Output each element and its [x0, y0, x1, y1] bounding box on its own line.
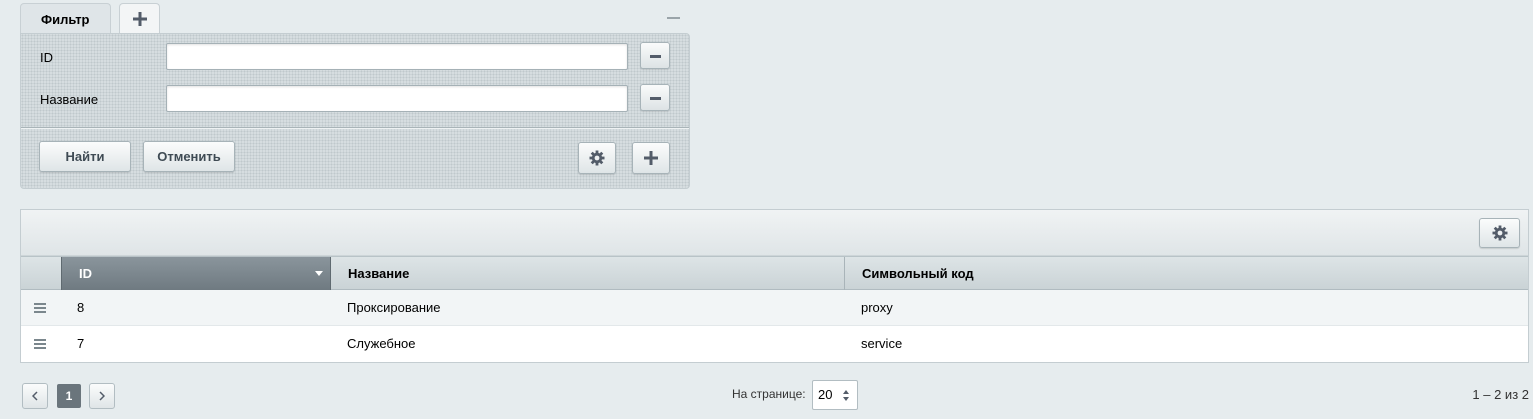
per-page-value: 20	[818, 387, 833, 402]
select-arrows-icon	[843, 390, 849, 401]
filter-field-label-id: ID	[40, 50, 53, 65]
filter-field-label-name: Название	[40, 92, 99, 107]
per-page-select[interactable]: 20	[812, 380, 858, 410]
tab-filter[interactable]: Фильтр	[20, 3, 111, 34]
gear-icon	[1492, 225, 1507, 241]
filter-divider	[21, 127, 689, 128]
next-page-button[interactable]	[89, 383, 115, 409]
column-header-name[interactable]: Название	[331, 257, 845, 290]
filter-settings-button[interactable]	[578, 142, 616, 174]
table-row[interactable]: 8 Проксирование proxy	[21, 290, 1528, 326]
list-settings-button[interactable]	[1479, 218, 1520, 248]
cell-name: Служебное	[347, 336, 416, 351]
column-header-code[interactable]: Символьный код	[845, 257, 1528, 290]
find-button[interactable]: Найти	[39, 141, 131, 172]
cell-code: proxy	[861, 300, 893, 315]
table-row[interactable]: 7 Служебное service	[21, 325, 1528, 361]
plus-icon	[133, 12, 147, 26]
sort-desc-icon	[315, 271, 323, 276]
prev-page-button[interactable]	[22, 383, 48, 409]
tab-filter-label: Фильтр	[41, 12, 90, 27]
records-counter: 1 – 2 из 2	[1472, 387, 1529, 402]
add-filter-tab-button[interactable]	[119, 3, 160, 33]
cancel-button[interactable]: Отменить	[143, 141, 235, 172]
gear-icon	[589, 150, 605, 166]
chevron-left-icon	[32, 391, 38, 401]
add-filter-field-button[interactable]	[632, 142, 670, 174]
per-page-label: На странице:	[732, 387, 806, 401]
cell-id: 8	[77, 300, 85, 315]
cell-code: service	[861, 336, 903, 351]
filter-name-input[interactable]	[166, 85, 628, 112]
column-header-code-label: Символьный код	[862, 266, 974, 281]
filter-id-input[interactable]	[166, 43, 628, 70]
cell-id: 7	[77, 336, 85, 351]
collapse-filter-icon[interactable]	[667, 16, 681, 22]
list-toolbar	[21, 210, 1528, 256]
table-header: ID Название Символьный код	[21, 256, 1528, 290]
remove-name-field-button[interactable]	[640, 84, 670, 111]
column-header-id-label: ID	[79, 266, 92, 281]
menu-icon[interactable]	[34, 339, 46, 349]
column-header-id[interactable]: ID	[61, 257, 331, 290]
cell-name: Проксирование	[347, 300, 441, 315]
current-page[interactable]: 1	[57, 384, 81, 408]
column-header-name-label: Название	[348, 266, 410, 281]
menu-icon[interactable]	[34, 303, 46, 313]
chevron-right-icon	[99, 391, 105, 401]
plus-icon	[644, 151, 658, 165]
remove-id-field-button[interactable]	[640, 42, 670, 69]
